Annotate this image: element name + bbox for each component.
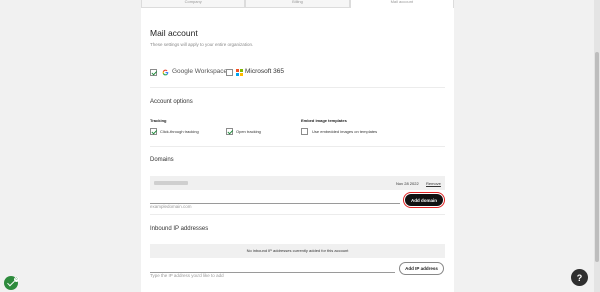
ip-address-input[interactable] xyxy=(150,264,395,280)
scrollbar-thumb[interactable] xyxy=(595,52,599,262)
domain-name-redacted xyxy=(154,181,188,185)
domain-input-field[interactable] xyxy=(150,202,400,211)
microsoft-365-label: Microsoft 365 xyxy=(245,68,285,75)
microsoft-365-checkbox[interactable] xyxy=(226,69,233,76)
click-through-tracking-label: Click-through tracking xyxy=(160,129,199,134)
open-tracking-label: Open tracking xyxy=(236,129,261,134)
divider xyxy=(150,214,445,215)
google-workspace-checkbox[interactable] xyxy=(150,69,157,76)
ip-address-input-field[interactable] xyxy=(150,271,395,280)
domain-added-date: Nov 28 2022 xyxy=(396,181,419,186)
tab-mail-account[interactable]: Mail account xyxy=(349,0,454,8)
add-ip-address-button[interactable]: Add IP address xyxy=(399,262,444,275)
embedded-images-checkbox[interactable] xyxy=(301,128,308,135)
tab-company[interactable]: Company xyxy=(141,0,246,8)
add-domain-button[interactable]: Add domain xyxy=(405,194,443,206)
status-badge: 0 xyxy=(14,277,19,282)
google-workspace-label: Google Workspace xyxy=(172,68,228,75)
divider xyxy=(150,87,445,88)
page-subtitle: These settings will apply to your entire… xyxy=(150,42,254,47)
settings-tabs: Company Billing Mail account xyxy=(141,0,454,8)
domain-row: Nov 28 2022 Remove xyxy=(150,176,445,190)
tab-billing[interactable]: Billing xyxy=(245,0,350,8)
divider xyxy=(150,146,445,147)
remove-domain-link[interactable]: Remove xyxy=(426,181,441,186)
embedded-images-label: Use embedded images on templates xyxy=(312,129,378,134)
click-through-tracking-checkbox[interactable] xyxy=(150,128,157,135)
embed-image-templates-label: Embed image templates xyxy=(301,118,347,123)
page-scrollbar[interactable] xyxy=(594,0,600,292)
page-title: Mail account xyxy=(150,28,198,38)
domains-heading: Domains xyxy=(150,157,174,163)
inbound-ip-empty-message: No inbound IP addresses currently added … xyxy=(150,244,445,258)
help-button[interactable]: ? xyxy=(571,269,588,286)
google-logo-icon xyxy=(162,69,169,76)
inbound-ip-heading: Inbound IP addresses xyxy=(150,226,209,232)
account-options-heading: Account options xyxy=(150,99,193,105)
microsoft-logo-icon xyxy=(236,69,243,76)
domain-input[interactable] xyxy=(150,195,400,211)
open-tracking-checkbox[interactable] xyxy=(226,128,233,135)
tracking-label: Tracking xyxy=(150,118,167,123)
